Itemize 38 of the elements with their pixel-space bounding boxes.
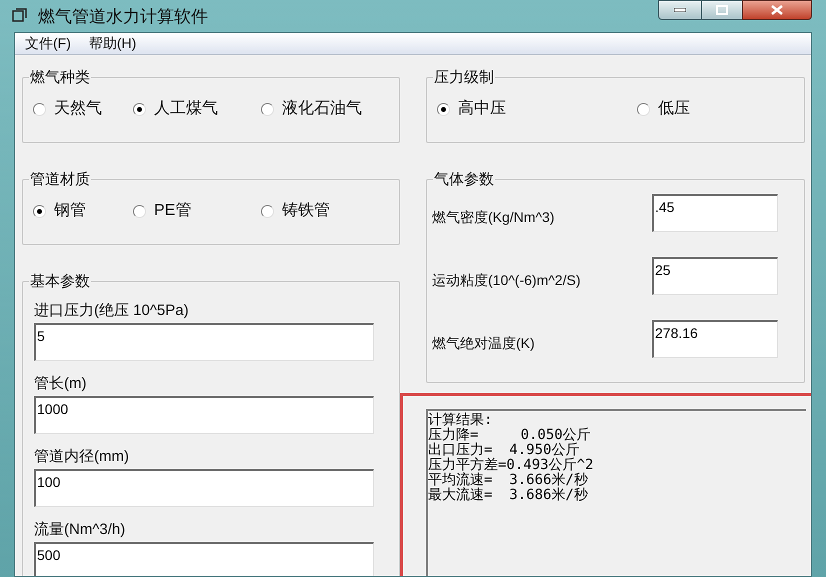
radio-option[interactable]: 人工煤气 <box>133 97 218 121</box>
radio-option[interactable]: 高中压 <box>437 97 506 121</box>
field-label: 管道内径(mm) <box>34 447 130 467</box>
radio-option[interactable]: 钢管 <box>33 199 86 223</box>
window-icon <box>12 8 28 22</box>
input-field[interactable]: 1000 <box>34 396 374 434</box>
radio-option[interactable]: PE管 <box>133 199 192 223</box>
result-line: 最大流速= 3.686米/秒 <box>428 488 589 503</box>
menu-item[interactable]: 帮助(H) <box>88 33 136 54</box>
radio-option[interactable]: 液化石油气 <box>261 97 362 121</box>
radio-option[interactable]: 天然气 <box>33 97 102 121</box>
field-label: 运动粘度(10^(-6)m^2/S) <box>432 270 580 290</box>
minimize-icon <box>674 8 686 12</box>
close-icon <box>771 5 783 15</box>
input-field[interactable]: .45 <box>652 194 778 232</box>
input-field[interactable]: 25 <box>652 257 778 295</box>
result-line: 平均流速= 3.666米/秒 <box>428 473 589 488</box>
menu-item[interactable]: 文件(F) <box>25 33 71 54</box>
input-field[interactable]: 500 <box>34 542 374 576</box>
radio-option[interactable]: 铸铁管 <box>261 199 330 223</box>
field-label: 燃气密度(Kg/Nm^3) <box>432 208 554 227</box>
field-label: 流量(Nm^3/h) <box>34 520 126 540</box>
field-label: 燃气绝对温度(K) <box>432 334 535 353</box>
field-label: 进口压力(绝压 10^5Pa) <box>34 301 190 321</box>
result-line: 压力平方差=0.493公斤^2 <box>428 458 594 473</box>
input-field[interactable]: 278.16 <box>652 320 778 358</box>
maximize-icon <box>716 5 728 15</box>
input-field[interactable]: 5 <box>34 323 374 361</box>
window-title: 燃气管道水力计算软件 <box>38 6 208 28</box>
radio-option[interactable]: 低压 <box>637 97 690 121</box>
input-field[interactable]: 100 <box>34 469 374 507</box>
field-label: 管长(m) <box>34 374 88 394</box>
maximize-button[interactable] <box>702 0 742 20</box>
result-line: 出口压力= 4.950公斤 <box>428 443 580 458</box>
result-line: 计算结果: <box>428 413 494 428</box>
close-button[interactable] <box>742 0 812 20</box>
minimize-button[interactable] <box>658 0 702 20</box>
result-line: 压力降= 0.050公斤 <box>428 428 592 443</box>
